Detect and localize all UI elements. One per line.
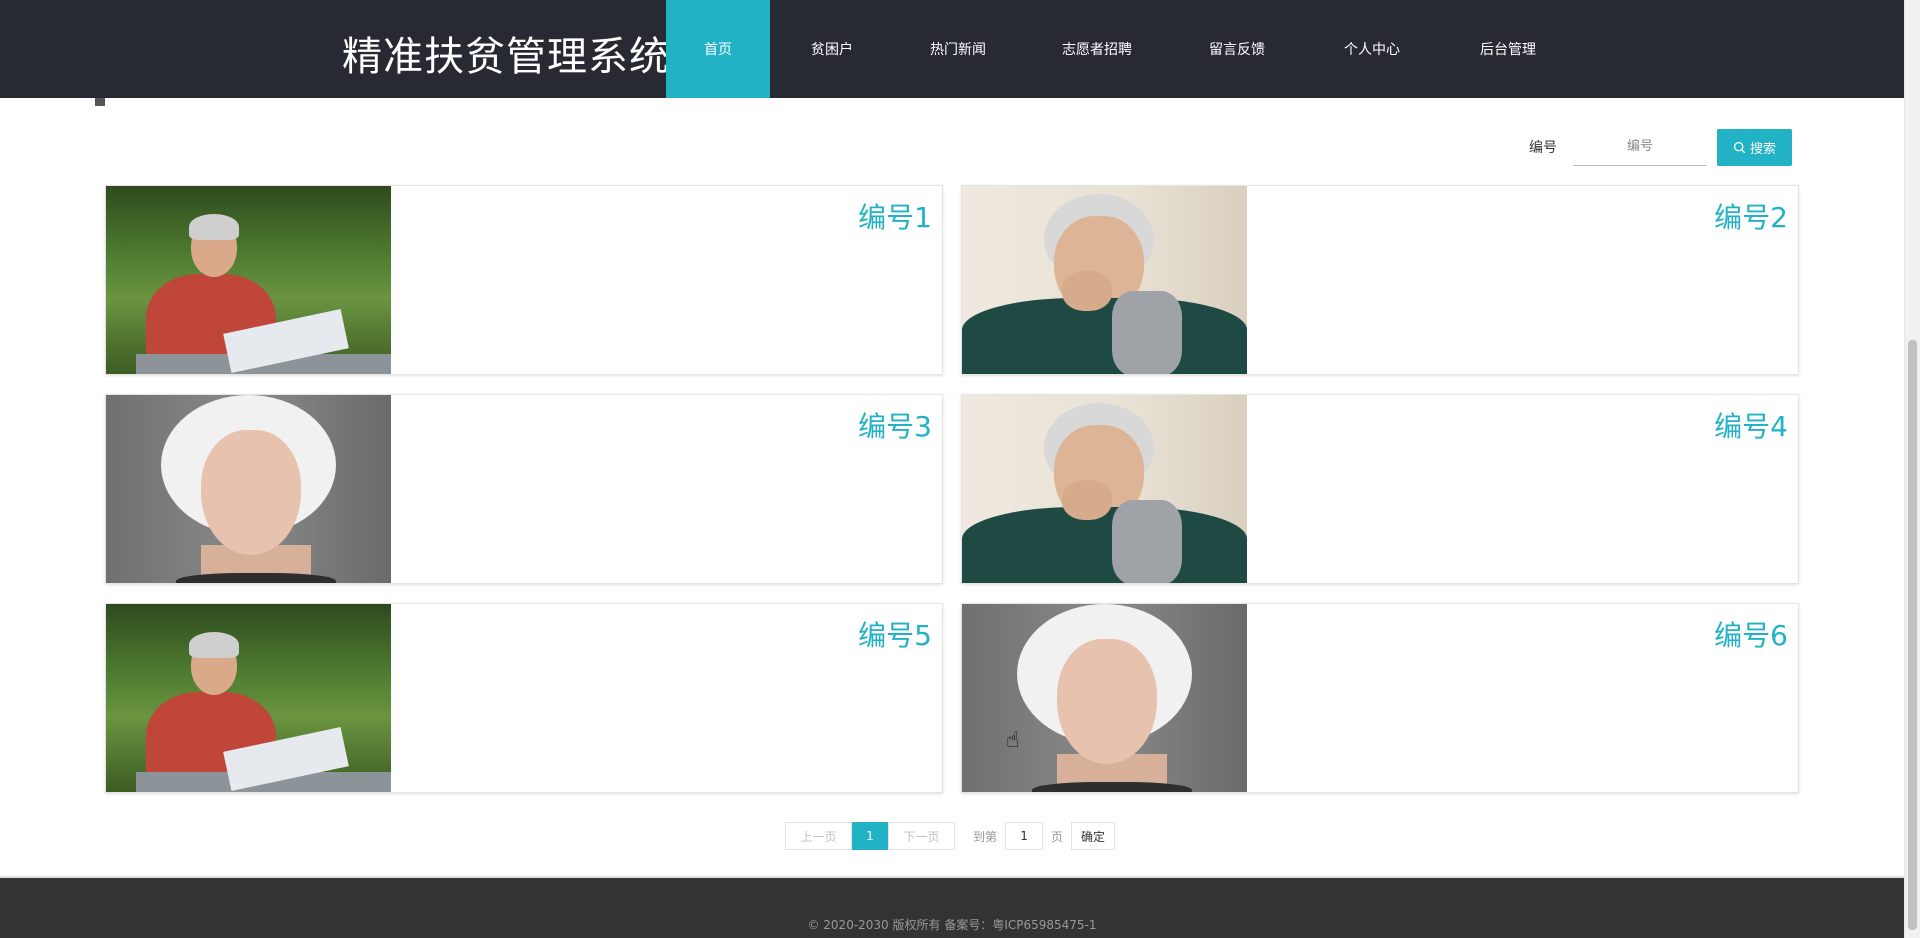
search-icon bbox=[1733, 141, 1746, 153]
page-jump-input[interactable] bbox=[1005, 822, 1044, 850]
nav-item-poor-households[interactable]: 贫困户 bbox=[770, 0, 894, 98]
scrollbar-thumb[interactable] bbox=[1908, 340, 1917, 930]
nav-item-home[interactable]: 首页 bbox=[666, 0, 770, 98]
nav-item-admin[interactable]: 后台管理 bbox=[1442, 0, 1574, 98]
pagination: 上一页 1 下一页 到第 页 确定 bbox=[785, 822, 1116, 850]
card-title[interactable]: 编号1 bbox=[858, 196, 932, 236]
card-photo[interactable] bbox=[106, 186, 391, 374]
footer-copyright: © 2020-2030 版权所有 备案号：粤ICP65985475-1 bbox=[807, 918, 1097, 932]
card-photo[interactable] bbox=[962, 395, 1247, 583]
top-header: 精准扶贫管理系统 首页 贫困户 热门新闻 志愿者招聘 留言反馈 个人中心 后台管… bbox=[0, 0, 1904, 98]
card-title[interactable]: 编号4 bbox=[1714, 405, 1788, 445]
hand-cursor-icon: ☝ bbox=[1006, 728, 1020, 753]
page-jump-confirm-button[interactable]: 确定 bbox=[1071, 822, 1116, 850]
search-label: 编号 bbox=[1529, 140, 1557, 156]
next-page-button[interactable]: 下一页 bbox=[888, 822, 955, 850]
section-mark bbox=[95, 98, 105, 106]
household-card-grid: 编号1 编号2 编号3 编号4 编号5 编号6 bbox=[105, 185, 1799, 793]
card-title[interactable]: 编号6 bbox=[1714, 614, 1788, 654]
page-jump: 到第 页 确定 bbox=[973, 822, 1116, 850]
page-jump-suffix: 页 bbox=[1051, 829, 1064, 844]
card-photo[interactable] bbox=[106, 395, 391, 583]
card-title[interactable]: 编号5 bbox=[858, 614, 932, 654]
card-photo[interactable] bbox=[106, 604, 391, 792]
search-bar: 编号 搜索 bbox=[1529, 128, 1792, 166]
card-photo[interactable] bbox=[962, 186, 1247, 374]
main-nav: 首页 贫困户 热门新闻 志愿者招聘 留言反馈 个人中心 后台管理 bbox=[666, 0, 1574, 98]
main-content: 编号 搜索 编号1 编号2 编号3 bbox=[0, 98, 1904, 876]
card-photo[interactable] bbox=[962, 604, 1247, 792]
search-input[interactable] bbox=[1573, 128, 1707, 166]
household-card[interactable]: 编号2 bbox=[961, 185, 1799, 375]
household-card[interactable]: 编号3 bbox=[105, 394, 943, 584]
card-title[interactable]: 编号2 bbox=[1714, 196, 1788, 236]
nav-item-feedback[interactable]: 留言反馈 bbox=[1172, 0, 1302, 98]
household-card[interactable]: 编号5 bbox=[105, 603, 943, 793]
nav-item-personal-center[interactable]: 个人中心 bbox=[1302, 0, 1442, 98]
page-scrollbar[interactable] bbox=[1904, 0, 1920, 938]
page-footer: © 2020-2030 版权所有 备案号：粤ICP65985475-1 bbox=[0, 876, 1904, 938]
card-title[interactable]: 编号3 bbox=[858, 405, 932, 445]
search-button[interactable]: 搜索 bbox=[1717, 128, 1792, 166]
site-brand[interactable]: 精准扶贫管理系统 bbox=[342, 24, 670, 82]
household-card[interactable]: 编号6 bbox=[961, 603, 1799, 793]
household-card[interactable]: 编号4 bbox=[961, 394, 1799, 584]
nav-item-volunteer-recruit[interactable]: 志愿者招聘 bbox=[1022, 0, 1172, 98]
search-button-label: 搜索 bbox=[1749, 141, 1776, 157]
page-jump-prefix: 到第 bbox=[973, 829, 998, 844]
nav-item-hot-news[interactable]: 热门新闻 bbox=[894, 0, 1022, 98]
page-number-current[interactable]: 1 bbox=[852, 822, 888, 850]
household-card[interactable]: 编号1 bbox=[105, 185, 943, 375]
prev-page-button[interactable]: 上一页 bbox=[785, 822, 852, 850]
